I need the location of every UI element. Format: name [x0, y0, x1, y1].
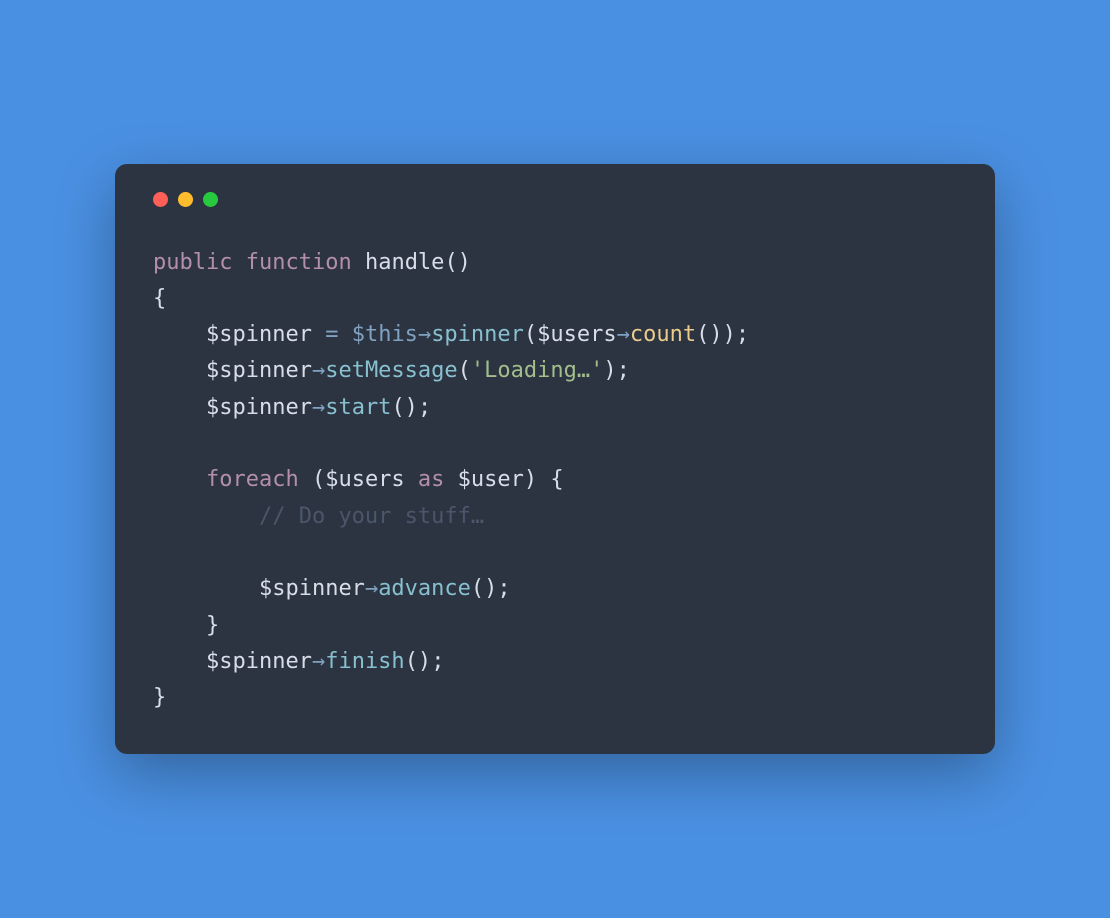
maximize-icon[interactable] [203, 192, 218, 207]
window-controls [153, 192, 957, 207]
variable-users: $users [325, 467, 404, 492]
semicolon: ; [617, 358, 630, 383]
indent [153, 613, 206, 638]
semicolon: ; [418, 395, 431, 420]
code-window: public function handle() { $spinner = $t… [115, 164, 995, 755]
brace-close: } [153, 685, 166, 710]
paren-close: ) [603, 358, 616, 383]
semicolon: ; [497, 576, 510, 601]
close-icon[interactable] [153, 192, 168, 207]
brace-open: { [153, 286, 166, 311]
semicolon: ; [736, 322, 749, 347]
parentheses: () [391, 395, 418, 420]
code-block: public function handle() { $spinner = $t… [153, 245, 957, 717]
paren-open: ( [299, 467, 326, 492]
minimize-icon[interactable] [178, 192, 193, 207]
indent [153, 576, 259, 601]
method-advance: advance [378, 576, 471, 601]
method-finish: finish [325, 649, 404, 674]
indent [153, 358, 206, 383]
method-count: count [630, 322, 696, 347]
paren-open: ( [458, 358, 471, 383]
method-spinner: spinner [431, 322, 524, 347]
indent [153, 504, 259, 529]
paren-close: ) [524, 467, 551, 492]
arrow-operator: → [312, 358, 325, 383]
parentheses: () [696, 322, 723, 347]
variable-spinner: $spinner [206, 358, 312, 383]
arrow-operator: → [418, 322, 431, 347]
keyword-public: public [153, 250, 232, 275]
parentheses: () [405, 649, 432, 674]
indent [153, 649, 206, 674]
string-loading: 'Loading…' [471, 358, 603, 383]
semicolon: ; [431, 649, 444, 674]
keyword-foreach: foreach [206, 467, 299, 492]
indent [153, 322, 206, 347]
variable-user: $user [458, 467, 524, 492]
comment: // Do your stuff… [259, 504, 484, 529]
method-setmessage: setMessage [325, 358, 457, 383]
brace-open: { [550, 467, 563, 492]
parentheses: () [444, 250, 471, 275]
variable-users: $users [537, 322, 616, 347]
variable-spinner: $spinner [259, 576, 365, 601]
keyword-function: function [246, 250, 352, 275]
paren-open: ( [524, 322, 537, 347]
arrow-operator: → [617, 322, 630, 347]
variable-spinner: $spinner [206, 649, 312, 674]
variable-spinner: $spinner [206, 395, 312, 420]
paren-close: ) [723, 322, 736, 347]
method-start: start [325, 395, 391, 420]
indent [153, 395, 206, 420]
variable-spinner: $spinner [206, 322, 312, 347]
arrow-operator: → [312, 649, 325, 674]
parentheses: () [471, 576, 498, 601]
function-name: handle [365, 250, 444, 275]
keyword-as: as [405, 467, 458, 492]
brace-close: } [206, 613, 219, 638]
indent [153, 467, 206, 492]
arrow-operator: → [312, 395, 325, 420]
arrow-operator: → [365, 576, 378, 601]
operator-assign: = [312, 322, 352, 347]
this-ref: $this [352, 322, 418, 347]
